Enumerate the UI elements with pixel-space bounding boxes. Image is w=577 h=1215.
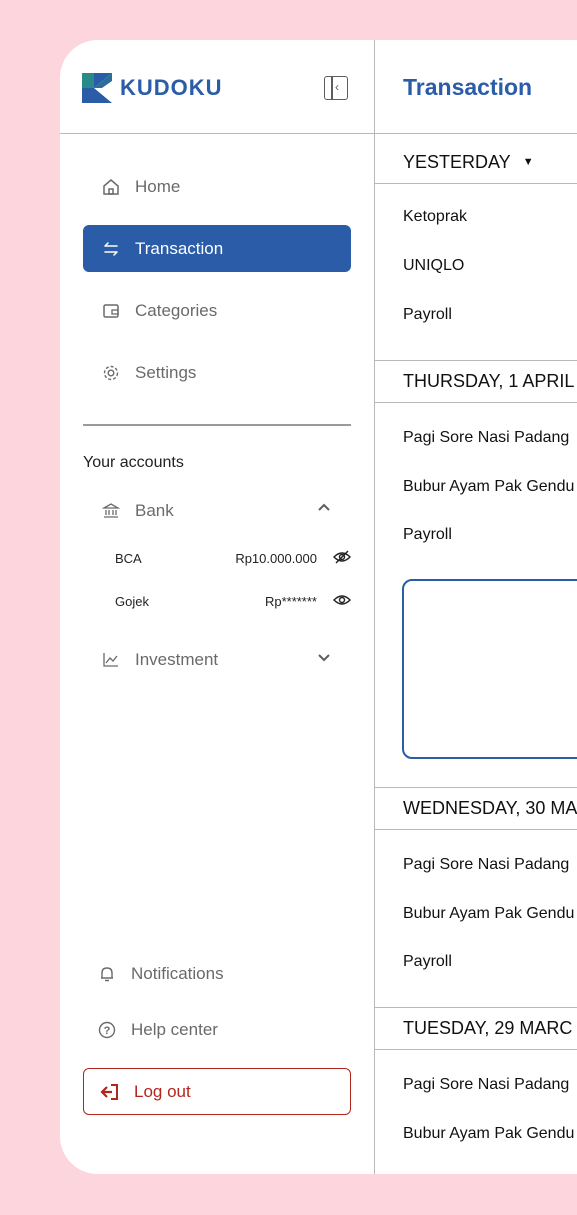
section-header-tuesday: TUESDAY, 29 MARC: [375, 1007, 577, 1050]
logout-button[interactable]: Log out: [83, 1068, 351, 1115]
bank-icon: [101, 502, 121, 520]
group-label-bank: Bank: [135, 501, 174, 520]
kudoku-logo[interactable]: KUDOKU: [82, 73, 223, 103]
home-icon: [101, 177, 121, 197]
svg-text:?: ?: [104, 1025, 111, 1037]
panel-divider: [331, 76, 333, 100]
chevron-up-icon[interactable]: [317, 500, 331, 520]
nav-label-categories: Categories: [135, 300, 218, 320]
gear-icon: [101, 363, 121, 383]
bell-icon: [97, 965, 117, 983]
section-heading: TUESDAY, 29 MARC: [403, 1018, 573, 1038]
main-panel: Transaction YESTERDAY ▼ Ketoprak UNIQLO …: [375, 40, 577, 1174]
accounts-group-bank[interactable]: Bank: [83, 496, 351, 526]
logout-icon: [100, 1083, 120, 1101]
nav-item-categories[interactable]: Categories: [83, 287, 351, 334]
nav-item-home[interactable]: Home: [83, 163, 351, 210]
transaction-item[interactable]: Bubur Ayam Pak Gendu: [403, 1125, 574, 1143]
eye-icon[interactable]: [333, 592, 351, 611]
help-center-link[interactable]: ? Help center: [83, 1015, 218, 1045]
accounts-title: Your accounts: [83, 454, 184, 471]
section-heading: YESTERDAY: [403, 151, 511, 172]
section-header-yesterday[interactable]: YESTERDAY ▼: [375, 141, 577, 184]
caret-down-icon[interactable]: ▼: [523, 156, 534, 168]
section-header-wednesday: WEDNESDAY, 30 MA: [375, 787, 577, 830]
nav-item-transaction[interactable]: Transaction: [83, 225, 351, 272]
nav-label-settings: Settings: [135, 362, 197, 382]
chevron-down-icon[interactable]: [317, 649, 331, 669]
swap-arrows-icon: [101, 239, 121, 259]
logout-label: Log out: [134, 1081, 191, 1101]
eye-off-icon[interactable]: [333, 549, 351, 568]
chevron-left-icon: ‹: [335, 80, 339, 94]
collapse-sidebar-button[interactable]: ‹: [324, 76, 348, 100]
transaction-item[interactable]: Pagi Sore Nasi Padang: [403, 856, 569, 874]
page-title: Transaction: [403, 74, 533, 100]
main-header: Transaction: [375, 40, 577, 134]
account-balance: Rp10.000.000: [235, 550, 317, 566]
account-row-bca[interactable]: BCA Rp10.000.000: [115, 546, 351, 570]
account-balance: Rp*******: [264, 593, 317, 609]
section-heading: WEDNESDAY, 30 MA: [403, 798, 577, 818]
accounts-group-investment[interactable]: Investment: [83, 645, 351, 675]
transaction-item[interactable]: Ketoprak: [403, 208, 467, 226]
selected-transaction-box[interactable]: [402, 579, 577, 759]
help-center-label: Help center: [131, 1020, 218, 1039]
transaction-item[interactable]: UNIQLO: [403, 257, 464, 275]
sidebar-divider: [83, 424, 351, 426]
transaction-item[interactable]: Bubur Ayam Pak Gendu: [403, 478, 574, 496]
account-name: BCA: [115, 550, 142, 566]
section-heading: THURSDAY, 1 APRIL: [403, 371, 575, 391]
section-header-thursday: THURSDAY, 1 APRIL: [375, 360, 577, 403]
nav-label-home: Home: [135, 176, 181, 196]
transaction-item[interactable]: Payroll: [403, 306, 452, 324]
brand-name: KUDOKU: [120, 75, 223, 100]
transaction-item[interactable]: Payroll: [403, 953, 452, 971]
sidebar-header: KUDOKU ‹: [60, 40, 374, 134]
transaction-item[interactable]: Pagi Sore Nasi Padang: [403, 1076, 569, 1094]
kudoku-logo-icon: [82, 73, 112, 103]
nav-label-transaction: Transaction: [135, 238, 224, 258]
notifications-label: Notifications: [131, 964, 224, 983]
transaction-item[interactable]: Payroll: [403, 526, 452, 544]
sidebar: KUDOKU ‹ Home Transaction Categories Set…: [60, 40, 375, 1174]
transaction-item[interactable]: Bubur Ayam Pak Gendu: [403, 905, 574, 923]
group-label-investment: Investment: [135, 650, 219, 669]
chart-icon: [101, 651, 121, 669]
app-window: KUDOKU ‹ Home Transaction Categories Set…: [60, 40, 577, 1174]
notifications-link[interactable]: Notifications: [83, 959, 224, 989]
help-circle-icon: ?: [97, 1021, 117, 1039]
account-row-gojek[interactable]: Gojek Rp*******: [115, 589, 351, 613]
account-name: Gojek: [115, 593, 149, 609]
transaction-item[interactable]: Pagi Sore Nasi Padang: [403, 429, 569, 447]
nav-item-settings[interactable]: Settings: [83, 349, 351, 396]
wallet-icon: [101, 301, 121, 321]
